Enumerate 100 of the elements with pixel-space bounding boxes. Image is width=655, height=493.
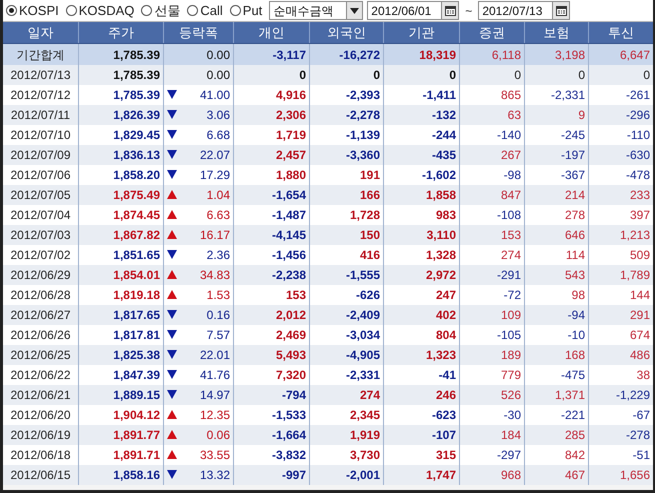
flow-cell-text: 1,919 xyxy=(350,427,380,444)
price-cell-text: 1,826.39 xyxy=(113,107,160,124)
flow-cell-text: 0 xyxy=(578,67,585,84)
date-cell-text: 2012/06/25 xyxy=(10,347,71,364)
column-header[interactable]: 기관 xyxy=(384,22,460,43)
flow-cell-text: 98 xyxy=(572,287,585,304)
flow-cell-text: -41 xyxy=(438,367,456,384)
flow-cell-text: 526 xyxy=(500,387,521,404)
flow-cell-text: 779 xyxy=(500,367,521,384)
date-cell-text: 2012/07/13 xyxy=(10,67,71,84)
down-triangle-icon xyxy=(167,390,177,399)
flow-cell-text: -67 xyxy=(632,407,650,424)
change-cell-text: 34.83 xyxy=(200,267,230,284)
flow-cell-text: 285 xyxy=(564,427,585,444)
flow-cell-text: -4,905 xyxy=(346,347,380,364)
price-cell-text: 1,847.39 xyxy=(113,367,160,384)
flow-cell-text: 416 xyxy=(360,247,380,264)
flow-cell-text: -140 xyxy=(496,127,521,144)
column-header[interactable]: 증권 xyxy=(460,22,525,43)
flow-cell-text: 315 xyxy=(436,447,456,464)
up-triangle-icon xyxy=(167,210,177,219)
flow-cell-text: 1,323 xyxy=(426,347,456,364)
radio-option[interactable]: Call xyxy=(187,0,223,20)
price-cell-text: 1,874.45 xyxy=(113,207,160,224)
flow-cell-text: -3,360 xyxy=(346,147,380,164)
flow-cell-text: -51 xyxy=(632,447,650,464)
flow-cell-text: 3,198 xyxy=(554,46,585,64)
change-cell-text: 22.07 xyxy=(200,147,230,164)
end-date-field[interactable]: 2012/07/13 xyxy=(478,1,570,20)
flow-cell-text: -3,117 xyxy=(272,46,306,64)
up-triangle-icon xyxy=(167,430,177,439)
flow-cell-text: 1,880 xyxy=(276,167,306,184)
flow-cell-text: -1,533 xyxy=(272,407,306,424)
change-cell-text: 3.06 xyxy=(206,107,230,124)
flow-cell-text: -630 xyxy=(626,147,650,164)
flow-cell-text: -245 xyxy=(560,127,585,144)
column-header[interactable]: 등락폭 xyxy=(164,22,234,43)
flow-cell-text: 2,306 xyxy=(276,107,306,124)
flow-cell-text: 6,118 xyxy=(492,46,521,64)
flow-cell-text: 109 xyxy=(500,307,521,324)
start-date-field[interactable]: 2012/06/01 xyxy=(367,1,460,20)
price-cell-text: 1,817.81 xyxy=(113,327,160,344)
down-triangle-icon xyxy=(167,470,177,479)
column-header[interactable]: 일자 xyxy=(3,22,79,43)
flow-cell-text: 2,345 xyxy=(350,407,380,424)
flow-cell-text: -626 xyxy=(356,287,380,304)
down-triangle-icon xyxy=(167,330,177,339)
flow-cell-text: -1,555 xyxy=(346,267,380,284)
flow-cell-text: -435 xyxy=(432,147,456,164)
flow-cell-text: -110 xyxy=(626,127,650,144)
flow-cell-text: 168 xyxy=(564,347,585,364)
date-cell-text: 2012/07/12 xyxy=(10,87,71,104)
flow-cell-text: 0 xyxy=(514,67,521,84)
flow-cell-text: 247 xyxy=(436,287,456,304)
radio-option[interactable]: Put xyxy=(230,0,262,20)
flow-cell-text: 189 xyxy=(500,347,521,364)
down-triangle-icon xyxy=(167,310,177,319)
change-cell-text: 0.00 xyxy=(206,67,230,84)
radio-option[interactable]: 선물 xyxy=(141,0,180,20)
price-cell-text: 1,817.65 xyxy=(113,307,160,324)
flow-cell-text: 166 xyxy=(360,187,380,204)
flow-cell-text: -1,602 xyxy=(422,167,456,184)
flow-cell-text: 267 xyxy=(500,147,521,164)
change-cell-text: 6.68 xyxy=(206,127,230,144)
date-cell-text: 2012/07/09 xyxy=(10,147,71,164)
flow-cell-text: -132 xyxy=(432,107,456,124)
column-header[interactable]: 보험 xyxy=(525,22,589,43)
flow-cell-text: 1,213 xyxy=(620,227,650,244)
flow-cell-text: -1,411 xyxy=(422,87,456,104)
radio-option[interactable]: KOSPI xyxy=(6,0,59,20)
flow-cell-text: -108 xyxy=(496,207,521,224)
flow-cell-text: -475 xyxy=(560,367,585,384)
metric-dropdown[interactable]: 순매수금액 xyxy=(269,1,364,20)
price-cell-text: 1,858.16 xyxy=(113,467,160,484)
column-header[interactable]: 외국인 xyxy=(310,22,384,43)
flow-cell-text: -2,331 xyxy=(550,87,585,104)
flow-cell-text: 1,719 xyxy=(276,127,306,144)
date-cell-text: 2012/06/18 xyxy=(10,447,71,464)
date-cell-text: 2012/06/21 xyxy=(10,387,71,404)
flow-cell-text: 842 xyxy=(564,447,585,464)
change-cell-text: 12.35 xyxy=(200,407,230,424)
flow-cell-text: 2,972 xyxy=(426,267,456,284)
flow-cell-text: 543 xyxy=(564,267,585,284)
change-cell-text: 6.63 xyxy=(206,207,230,224)
date-cell-text: 2012/07/03 xyxy=(10,227,71,244)
flow-cell-text: 153 xyxy=(286,287,306,304)
flow-cell-text: -4,145 xyxy=(272,227,306,244)
column-header[interactable]: 주가 xyxy=(79,22,164,43)
price-cell-text: 1,891.71 xyxy=(113,447,160,464)
column-header[interactable]: 투신 xyxy=(589,22,653,43)
radio-option[interactable]: KOSDAQ xyxy=(66,0,134,20)
down-triangle-icon xyxy=(167,110,177,119)
column-header[interactable]: 개인 xyxy=(234,22,310,43)
flow-cell-text: -98 xyxy=(504,167,521,184)
flow-cell-text: 1,747 xyxy=(426,467,456,484)
date-cell-text: 2012/06/20 xyxy=(10,407,71,424)
change-cell-text: 13.32 xyxy=(200,467,230,484)
flow-cell-text: 486 xyxy=(630,347,650,364)
flow-cell-text: 1,789 xyxy=(620,267,650,284)
flow-cell-text: 6,647 xyxy=(620,46,650,64)
